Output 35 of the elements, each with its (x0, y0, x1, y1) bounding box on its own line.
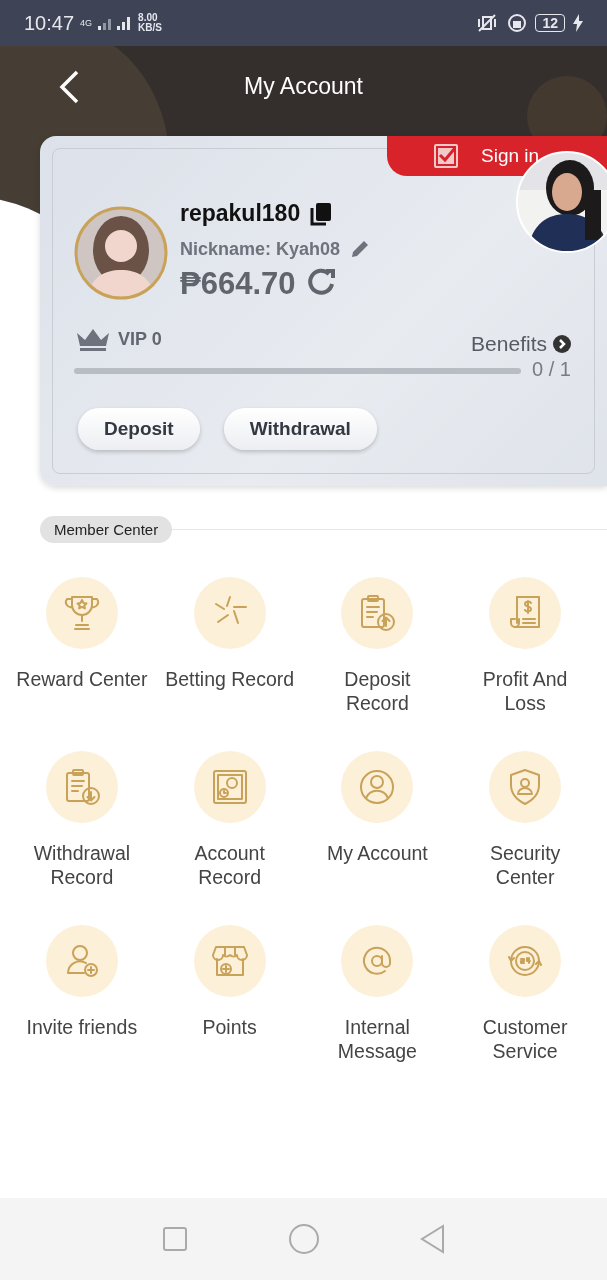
menu-item[interactable]: Internal Message (303, 925, 452, 1085)
username: repakul180 (180, 200, 301, 227)
menu-item[interactable]: Security Center (451, 751, 599, 911)
withdrawal-button[interactable]: Withdrawal (223, 408, 377, 450)
page-title: My Account (244, 72, 363, 100)
menu-item[interactable]: Account Record (155, 751, 304, 911)
vip-level: VIP 0 (118, 328, 162, 350)
status-time: 10:47 (24, 11, 75, 35)
network-type: 4G (80, 18, 93, 28)
menu-item[interactable]: My Account (303, 751, 452, 911)
menu-item[interactable]: Invite friends (8, 925, 156, 1085)
pencil-icon[interactable] (350, 238, 371, 259)
menu-item[interactable]: Points (155, 925, 304, 1085)
signal-icon (98, 16, 133, 30)
nickname: Nickname: Kyah08 (180, 239, 341, 260)
balance: ₱664.70 (180, 266, 296, 302)
menu-item[interactable]: Betting Record (155, 577, 304, 737)
checkbox-icon (433, 143, 459, 169)
deposit-button[interactable]: Deposit (78, 408, 200, 450)
menu-item[interactable]: Deposit Record (303, 577, 452, 737)
menu-item[interactable]: Reward Center (8, 577, 156, 737)
chevron-icon (553, 335, 571, 353)
copy-icon[interactable] (310, 201, 333, 226)
charging-icon (573, 14, 583, 32)
battery-level: 12 (535, 14, 565, 32)
speed-unit: KB/S (138, 23, 162, 33)
home-icon[interactable] (287, 1223, 320, 1255)
refresh-icon[interactable] (305, 266, 338, 298)
benefits-link[interactable]: Benefits (471, 332, 571, 356)
menu-item[interactable]: Withdrawal Record (8, 751, 156, 911)
menu-item[interactable]: Profit And Loss (451, 577, 599, 737)
back-icon[interactable] (58, 70, 80, 104)
section-label: Member Center (40, 516, 173, 543)
menu-item[interactable]: Customer Service (451, 925, 599, 1085)
network-speed: 8.00 (138, 13, 159, 23)
